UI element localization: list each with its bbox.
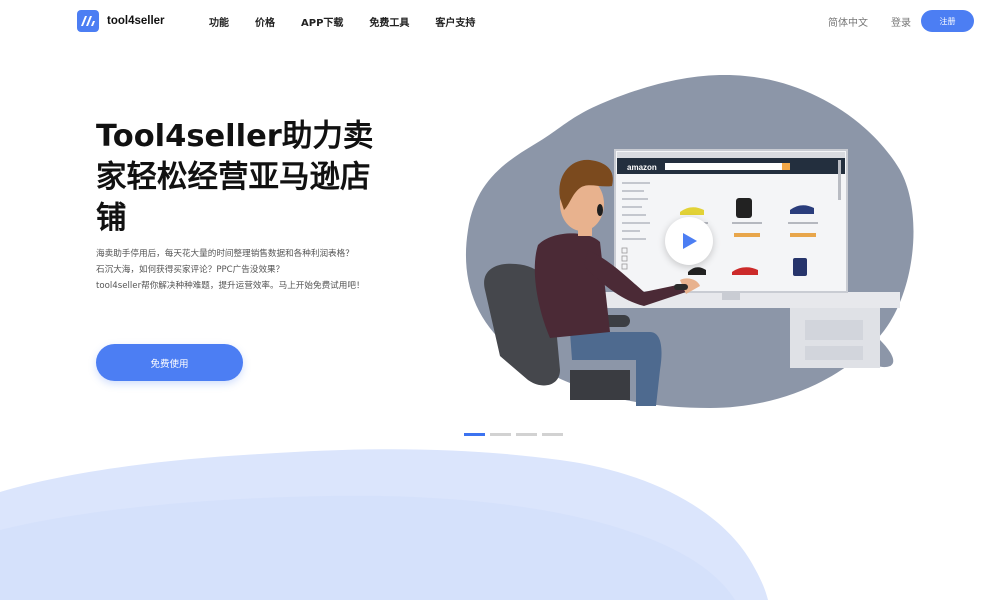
login-link[interactable]: 登录 [891, 14, 911, 29]
store-logo: amazon [627, 163, 657, 172]
background-wave [0, 449, 768, 600]
video-play-button[interactable] [665, 217, 713, 265]
carousel-dot[interactable] [542, 433, 563, 436]
nav-item-app-download[interactable]: APP下载 [301, 14, 343, 29]
nav-item-free-tools[interactable]: 免费工具 [369, 14, 409, 29]
top-navigation-bar: tool4seller 功能 价格 APP下载 免费工具 客户支持 简体中文 登… [0, 0, 1000, 42]
play-icon [683, 233, 697, 249]
logo-text: tool4seller [107, 15, 165, 27]
nav-item-features[interactable]: 功能 [209, 14, 229, 29]
nav-item-pricing[interactable]: 价格 [255, 14, 275, 29]
carousel-indicators [464, 433, 568, 436]
free-trial-button[interactable]: 免费使用 [96, 344, 243, 381]
hero-title: Tool4seller助力卖家轻松经营亚马逊店铺 [96, 119, 374, 236]
logo-icon [77, 10, 99, 32]
hero-description-line: tool4seller帮你解决种种难题，提升运营效率。马上开始免费试用吧！ [96, 281, 365, 291]
nav-item-support[interactable]: 客户支持 [435, 14, 475, 29]
register-button[interactable]: 注册 [921, 10, 974, 32]
hero-description-line: 石沉大海，如何获得买家评论？PPC广告没效果？ [96, 265, 285, 275]
main-nav: 功能 价格 APP下载 免费工具 客户支持 [209, 14, 501, 29]
brand-logo[interactable]: tool4seller [77, 10, 165, 32]
carousel-dot[interactable] [464, 433, 485, 436]
language-selector[interactable]: 简体中文 [828, 14, 868, 29]
monitor: amazon [614, 149, 848, 293]
carousel-dot[interactable] [516, 433, 537, 436]
carousel-dot[interactable] [490, 433, 511, 436]
hero-description: 海卖助手停用后，每天花大量的时间整理销售数据和各种利润表格？ 石沉大海，如何获得… [96, 246, 416, 294]
hero-description-line: 海卖助手停用后，每天花大量的时间整理销售数据和各种利润表格？ [96, 249, 354, 259]
